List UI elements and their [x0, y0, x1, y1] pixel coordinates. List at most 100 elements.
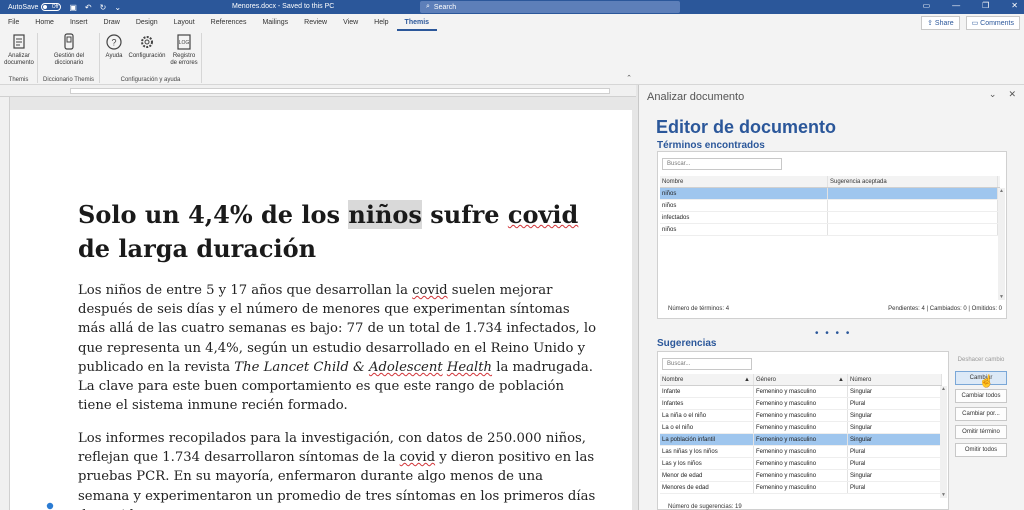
table-row[interactable]: Menor de edad Femenino y masculino Singula…	[660, 470, 942, 482]
tab-references[interactable]: References	[203, 14, 255, 31]
panel-close-icon[interactable]: ✕	[1008, 89, 1016, 100]
sort-icon: ▲	[838, 377, 844, 383]
tab-review[interactable]: Review	[296, 14, 335, 31]
suggestions-table: Nombre ▲ Género ▲ Número Infante Femenino y…	[660, 374, 942, 494]
ribbon-group-label: Configuración y ayuda	[120, 77, 181, 83]
comment-icon: ▭	[971, 20, 981, 27]
document-headline[interactable]: Solo un 4,4% de los niños sufre covid de…	[78, 198, 598, 266]
svg-text:?: ?	[111, 38, 116, 48]
scroll-down-icon[interactable]: ▼	[940, 492, 947, 498]
autosave-control[interactable]: AutoSave Off	[8, 3, 62, 11]
splitter-handle[interactable]: • • • •	[815, 328, 851, 339]
search-icon: ⌕	[426, 3, 430, 10]
ribbon-group-label: Diccionario Themis	[43, 77, 94, 83]
collapse-ribbon-icon[interactable]: ⌃	[626, 74, 632, 82]
undo-change-button[interactable]: Deshacer cambio	[955, 353, 1007, 367]
spelling-flag[interactable]: Adolescent	[369, 360, 443, 375]
ribbon-group-diccionario: Gestión del diccionario Diccionario Them…	[38, 33, 100, 83]
help-button[interactable]: ? Ayuda	[102, 33, 126, 60]
comments-button[interactable]: ▭ Comments	[965, 16, 1020, 30]
spelling-flag[interactable]: covid	[400, 450, 435, 465]
document-paragraph[interactable]: Los niños de entre 5 y 17 años que desar…	[78, 281, 598, 415]
analyze-document-button[interactable]: Analizar documento	[2, 33, 36, 67]
tab-draw[interactable]: Draw	[95, 14, 127, 31]
table-row[interactable]: Menores de edad Femenino y masculino Plura…	[660, 482, 942, 494]
tab-design[interactable]: Design	[128, 14, 166, 31]
table-row[interactable]: infectados	[660, 212, 1000, 224]
table-row[interactable]: La o el niño Femenino y masculino Singular	[660, 422, 942, 434]
table-header: Nombre ▲ Género ▲ Número	[660, 374, 942, 386]
share-icon: ⇪	[927, 20, 935, 27]
title-bar: AutoSave Off ▣ ↶ ↻ ⌄ Menores.docx - Save…	[0, 0, 1024, 14]
share-button[interactable]: ⇪ Share	[921, 16, 960, 30]
table-row[interactable]: Las niñas y los niños Femenino y masculin…	[660, 446, 942, 458]
quick-access-chevron-icon[interactable]: ⌄	[114, 3, 121, 12]
search-box[interactable]: ⌕ Search	[420, 1, 680, 13]
tab-layout[interactable]: Layout	[166, 14, 203, 31]
table-row[interactable]: La población infantil Femenino y masculin…	[660, 434, 942, 446]
settings-button[interactable]: Configuración	[126, 33, 168, 60]
ribbon: Analizar documento Themis Gestión del di…	[0, 31, 1024, 85]
search-placeholder: Search	[433, 3, 457, 11]
tab-themis[interactable]: Themis	[396, 14, 438, 31]
spelling-flag[interactable]: Health	[447, 360, 492, 375]
suggestions-section-title: Sugerencias	[657, 338, 717, 349]
tab-insert[interactable]: Insert	[62, 14, 96, 31]
terms-section-title: Términos encontrados	[657, 140, 765, 151]
vertical-ruler[interactable]	[0, 97, 10, 510]
minimize-icon[interactable]: —	[952, 1, 960, 10]
table-row[interactable]: niños	[660, 200, 1000, 212]
suggestions-scrollbar[interactable]: ▲ ▼	[940, 386, 947, 498]
table-row[interactable]: Infante Femenino y masculino Singular	[660, 386, 942, 398]
spelling-flag[interactable]: covid	[508, 200, 578, 229]
scroll-up-icon[interactable]: ▲	[940, 386, 947, 392]
document-paragraph[interactable]: Los informes recopilados para la investi…	[78, 429, 598, 510]
tab-mailings[interactable]: Mailings	[254, 14, 296, 31]
horizontal-ruler[interactable]	[0, 85, 636, 97]
change-for-button[interactable]: Cambiar por...	[955, 407, 1007, 421]
scroll-down-icon[interactable]: ▼	[998, 294, 1005, 300]
gear-icon	[141, 36, 153, 48]
table-row[interactable]: Las y los niños Femenino y masculino Plura…	[660, 458, 942, 470]
dictionary-icon	[64, 33, 74, 50]
table-row[interactable]: niños	[660, 224, 1000, 236]
terms-scrollbar[interactable]: ▲ ▼	[998, 188, 1005, 300]
ribbon-display-icon[interactable]: ▭	[923, 1, 931, 10]
spelling-flag[interactable]: covid	[412, 283, 447, 298]
skip-all-button[interactable]: Omitir todos	[955, 443, 1007, 457]
document-page[interactable]: Solo un 4,4% de los niños sufre covid de…	[10, 110, 632, 510]
undo-icon[interactable]: ↶	[85, 3, 92, 12]
table-row[interactable]: La niña o el niño Femenino y masculino Sin…	[660, 410, 942, 422]
suggestions-search-input[interactable]: Buscar...	[662, 358, 752, 370]
log-icon: LOG	[177, 34, 191, 50]
terms-search-input[interactable]: Buscar...	[662, 158, 782, 170]
hand-cursor-icon: ☝	[979, 374, 994, 388]
svg-text:LOG: LOG	[179, 40, 190, 46]
tab-view[interactable]: View	[335, 14, 366, 31]
tab-file[interactable]: File	[0, 14, 27, 31]
table-row[interactable]: niños	[660, 188, 1000, 200]
ribbon-group-label: Themis	[8, 77, 29, 83]
dictionary-button[interactable]: Gestión del diccionario	[44, 33, 94, 67]
themis-logo-icon	[46, 502, 54, 510]
tab-help[interactable]: Help	[366, 14, 396, 31]
panel-title: Analizar documento	[647, 91, 745, 103]
change-all-button[interactable]: Cambiar todos	[955, 389, 1007, 403]
skip-term-button[interactable]: Omitir término	[955, 425, 1007, 439]
error-log-button[interactable]: LOG Registro de errores	[168, 33, 200, 67]
tab-home[interactable]: Home	[27, 14, 62, 31]
table-row[interactable]: Infantes Femenino y masculino Plural	[660, 398, 942, 410]
panel-options-icon[interactable]: ⌄	[989, 89, 997, 100]
autosave-toggle[interactable]: Off	[41, 3, 62, 11]
document-name[interactable]: Menores.docx - Saved to this PC	[232, 3, 334, 10]
document-canvas[interactable]: Solo un 4,4% de los niños sufre covid de…	[10, 97, 636, 510]
ribbon-group-themis: Analizar documento Themis	[0, 33, 38, 83]
restore-icon[interactable]: ❐	[982, 1, 989, 10]
scroll-up-icon[interactable]: ▲	[998, 188, 1005, 194]
save-icon[interactable]: ▣	[69, 3, 77, 12]
terms-footer: Número de términos: 4 Pendientes: 4 | Ca…	[668, 306, 1002, 312]
close-icon[interactable]: ✕	[1011, 1, 1018, 10]
redo-icon[interactable]: ↻	[100, 3, 107, 12]
highlighted-term[interactable]: niños	[348, 200, 422, 229]
suggestions-box: Buscar... Nombre ▲ Género ▲ Número Infante…	[657, 351, 949, 510]
